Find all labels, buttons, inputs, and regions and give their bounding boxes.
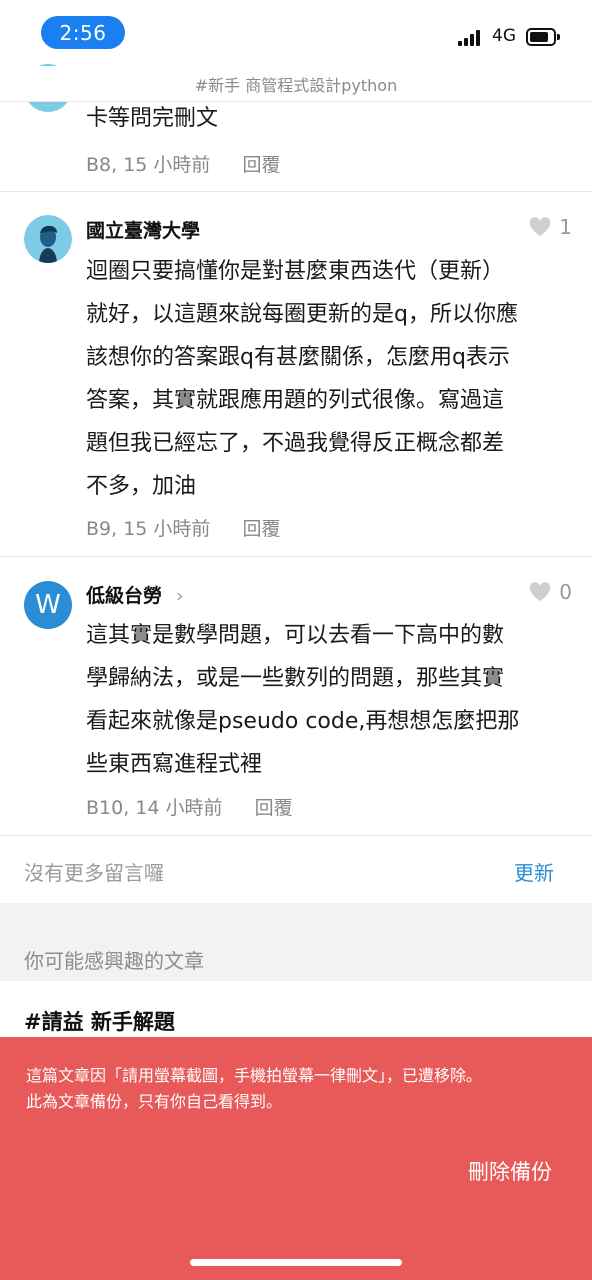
- home-indicator[interactable]: [190, 1259, 402, 1266]
- like-button[interactable]: 1: [529, 215, 572, 239]
- comment-body: 卡等問完刪文: [86, 97, 570, 140]
- comment-line: 就好，以這題來說每圈更新的是q，所以你應: [86, 302, 518, 327]
- avatar-letter: W: [35, 590, 61, 620]
- removed-notice-banner: 這篇文章因「請用螢幕截圖，手機拍螢幕一律刪文」，已遭移除。 此為文章備份，只有你…: [0, 1037, 592, 1280]
- notice-line: 此為文章備份，只有你自己看得到。: [26, 1092, 283, 1111]
- avatar[interactable]: W: [24, 581, 72, 629]
- comment-line: 不多，加油: [86, 474, 197, 499]
- no-more-comments: 沒有更多留言囉: [24, 861, 164, 885]
- comment-meta: B10, 14 小時前 回覆: [86, 793, 293, 820]
- delete-backup-button[interactable]: 刪除備份: [468, 1156, 552, 1186]
- like-button[interactable]: 0: [529, 580, 572, 604]
- like-count: 0: [559, 580, 572, 604]
- comment-line: 答案，其實就跟應用題的列式很像。寫過這: [86, 388, 505, 413]
- related-section-title: 你可能感興趣的文章: [24, 949, 204, 973]
- floor-time: B10, 14 小時前: [86, 797, 223, 819]
- comment-line: 看起來就像是pseudo code,再想想怎麼把那: [86, 709, 520, 734]
- comment-author[interactable]: 國立臺灣大學: [86, 216, 200, 243]
- page-title: #新手 商管程式設計python: [0, 66, 592, 102]
- refresh-button[interactable]: 更新: [514, 857, 554, 886]
- comment-body: 這其實是數學問題，可以去看一下高中的數 學歸納法，或是一些數列的問題，那些其實 …: [86, 614, 570, 786]
- comment-body: 迴圈只要搞懂你是對甚麼東西迭代（更新） 就好，以這題來說每圈更新的是q，所以你應…: [86, 250, 570, 508]
- comment-meta: B8, 15 小時前 回覆: [86, 150, 280, 177]
- notice-line: 這篇文章因「請用螢幕截圖，手機拍螢幕一律刪文」，已遭移除。: [26, 1066, 483, 1085]
- comment-line: 題但我已經忘了，不過我覺得反正概念都差: [86, 431, 505, 456]
- comment-author[interactable]: 低級台勞 ›: [86, 581, 184, 608]
- comment-meta: B9, 15 小時前 回覆: [86, 514, 280, 541]
- floor-time: B9, 15 小時前: [86, 518, 211, 540]
- comment-line: 學歸納法，或是一些數列的問題，那些其實: [86, 666, 505, 691]
- comment-line: 些東西寫進程式裡: [86, 752, 263, 777]
- comment-line: 迴圈只要搞懂你是對甚麼東西迭代（更新）: [86, 259, 505, 284]
- removed-notice-text: 這篇文章因「請用螢幕截圖，手機拍螢幕一律刪文」，已遭移除。 此為文章備份，只有你…: [26, 1063, 566, 1115]
- chevron-right-icon: ›: [176, 585, 184, 607]
- heart-icon: [530, 217, 551, 237]
- author-name: 低級台勞: [86, 585, 163, 607]
- reply-button[interactable]: 回覆: [242, 154, 280, 176]
- comment-b10: W 低級台勞 › 0 這其實是數學問題，可以去看一下高中的數 學歸納法，或是一些數…: [0, 557, 592, 836]
- related-article-title[interactable]: #請益 新手解題: [24, 1006, 175, 1036]
- reply-button[interactable]: 回覆: [255, 797, 293, 819]
- comment-line: 該想你的答案跟q有甚麼關係，怎麼用q表示: [86, 345, 510, 370]
- reply-button[interactable]: 回覆: [242, 518, 280, 540]
- comment-b9: 國立臺灣大學 1 迴圈只要搞懂你是對甚麼東西迭代（更新） 就好，以這題來說每圈更…: [0, 192, 592, 557]
- comment-line: 這其實是數學問題，可以去看一下高中的數: [86, 623, 505, 648]
- like-count: 1: [559, 215, 572, 239]
- heart-icon: [530, 582, 551, 602]
- avatar[interactable]: [24, 215, 72, 263]
- floor-time: B8, 15 小時前: [86, 154, 211, 176]
- avatar-icon: [24, 215, 72, 263]
- comment-line: 卡等問完刪文: [86, 106, 219, 131]
